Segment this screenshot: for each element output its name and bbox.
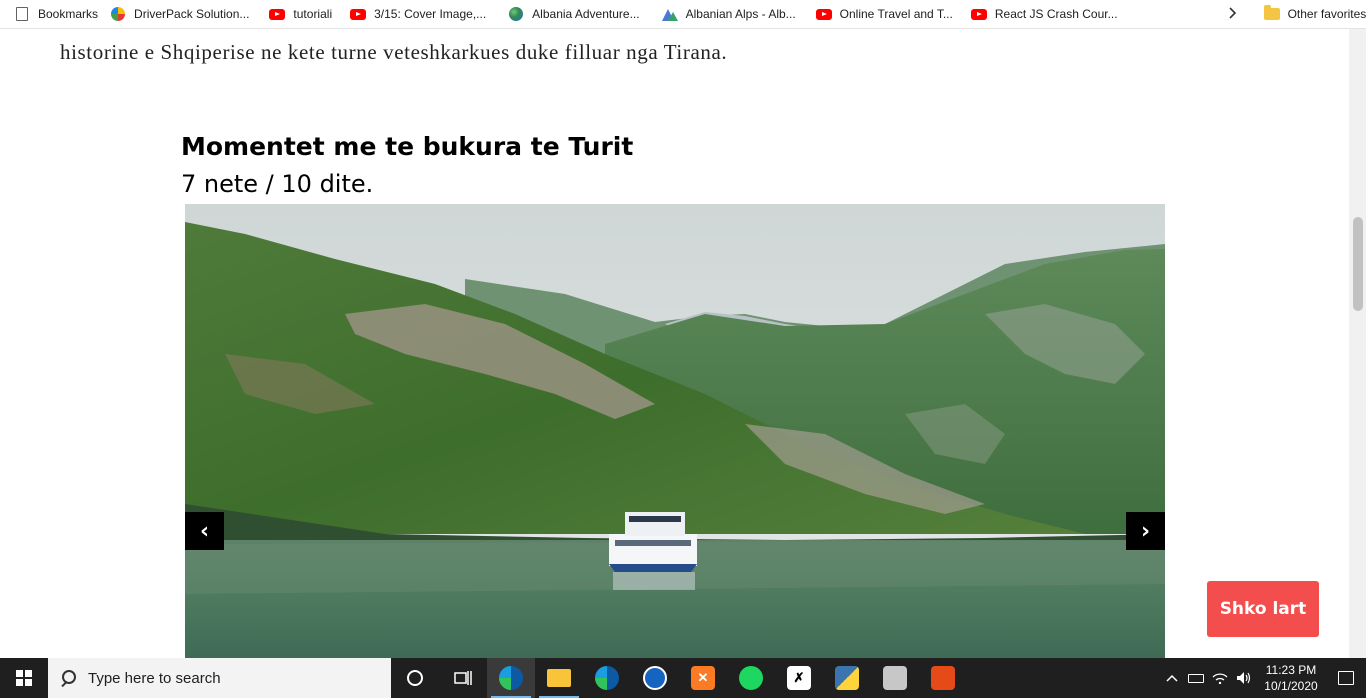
- bookmark-item-cover-image[interactable]: 3/15: Cover Image,...: [344, 3, 492, 25]
- xampp-icon: ✕: [691, 666, 715, 690]
- mountains-icon: [661, 6, 678, 22]
- windows-logo-icon: [16, 670, 32, 686]
- bookmark-label: tutoriali: [293, 7, 333, 21]
- clock-date: 10/1/2020: [1264, 679, 1318, 693]
- start-button[interactable]: [0, 658, 48, 698]
- youtube-icon: [815, 6, 832, 22]
- edge-beta-icon: [595, 666, 619, 690]
- cs-icon: ✗: [787, 666, 811, 690]
- bookmark-label: Online Travel and T...: [839, 7, 953, 21]
- chevron-right-icon: [1228, 6, 1238, 22]
- section-title: Momentet me te bukura te Turit: [181, 132, 634, 161]
- lake-landscape-image: [185, 204, 1165, 658]
- carousel-next-button[interactable]: ›: [1126, 512, 1165, 550]
- system-tray: 11:23 PM 10/1/2020: [1160, 658, 1366, 698]
- taskbar-clock[interactable]: 11:23 PM 10/1/2020: [1256, 662, 1326, 694]
- bookmarks-overflow-button[interactable]: [1222, 3, 1244, 25]
- image-carousel: ‹ ›: [185, 204, 1165, 658]
- taskbar-app-xampp[interactable]: ✕: [679, 658, 727, 698]
- action-center-button[interactable]: [1326, 658, 1366, 698]
- youtube-icon: [350, 6, 367, 22]
- task-view-button[interactable]: [439, 658, 487, 698]
- folder-icon: [547, 669, 571, 687]
- youtube-icon: [269, 6, 286, 22]
- search-icon: [60, 670, 76, 686]
- bookmark-item-online-travel[interactable]: Online Travel and T...: [810, 3, 959, 25]
- show-hidden-icons-button[interactable]: [1160, 658, 1184, 698]
- bookmark-label: React JS Crash Cour...: [994, 7, 1118, 21]
- windows-taskbar: Type here to search ✕ ✗ 11:23 PM 10/1/20…: [0, 658, 1366, 698]
- page-scrollbar[interactable]: [1349, 29, 1366, 658]
- section-subtitle: 7 nete / 10 dite.: [181, 170, 374, 198]
- taskbar-app-tool[interactable]: [919, 658, 967, 698]
- taskbar-app-spotify[interactable]: [727, 658, 775, 698]
- taskbar-app-python[interactable]: [823, 658, 871, 698]
- bookmark-label: Bookmarks: [38, 7, 99, 21]
- box-icon: [883, 666, 907, 690]
- spotify-icon: [739, 666, 763, 690]
- python-icon: [835, 666, 859, 690]
- bookmark-item-tutoriali[interactable]: tutoriali: [263, 3, 338, 25]
- circle-icon: [407, 670, 423, 686]
- bookmarks-bar: Bookmarks DriverPack Solution... tutoria…: [0, 0, 1366, 29]
- bookmark-label: 3/15: Cover Image,...: [374, 7, 487, 21]
- bookmark-item-albanian-alps[interactable]: Albanian Alps - Alb...: [656, 3, 802, 25]
- scrollbar-thumb[interactable]: [1353, 217, 1363, 311]
- page-icon: [14, 6, 30, 22]
- taskbar-app-edge-beta[interactable]: [583, 658, 631, 698]
- search-placeholder: Type here to search: [88, 669, 221, 687]
- taskbar-app-file-explorer[interactable]: [535, 658, 583, 698]
- bookmark-item-bookmarks[interactable]: Bookmarks: [8, 3, 104, 25]
- bookmark-label: Albanian Alps - Alb...: [685, 7, 796, 21]
- task-view-icon: [454, 671, 472, 685]
- taskbar-app-edge[interactable]: [487, 658, 535, 698]
- battery-icon[interactable]: [1184, 658, 1208, 698]
- cortana-button[interactable]: [391, 658, 439, 698]
- youtube-icon: [970, 6, 987, 22]
- app-icon: [643, 666, 667, 690]
- bookmark-label: DriverPack Solution...: [134, 7, 250, 21]
- globe-icon: [508, 6, 524, 22]
- other-favorites-label: Other favorites: [1287, 7, 1366, 21]
- wifi-icon[interactable]: [1208, 658, 1232, 698]
- folder-icon: [1263, 5, 1280, 22]
- bookmark-item-driverpack[interactable]: DriverPack Solution...: [104, 3, 255, 25]
- taskbar-app-counter-strike[interactable]: ✗: [775, 658, 823, 698]
- scroll-to-top-button[interactable]: Shko lart: [1207, 581, 1319, 637]
- taskbar-app-blue[interactable]: [631, 658, 679, 698]
- other-favorites-folder[interactable]: Other favorites: [1258, 3, 1366, 25]
- bookmark-label: Albania Adventure...: [532, 7, 640, 21]
- chevron-up-icon: [1166, 674, 1178, 682]
- driverpack-icon: [110, 6, 126, 22]
- bookmark-item-react-crash-course[interactable]: React JS Crash Cour...: [965, 3, 1124, 25]
- bookmark-item-albania-adventure[interactable]: Albania Adventure...: [502, 3, 645, 25]
- intro-paragraph: historine e Shqiperise ne kete turne vet…: [60, 40, 728, 64]
- carousel-prev-button[interactable]: ‹: [185, 512, 224, 550]
- clock-time: 11:23 PM: [1265, 663, 1317, 677]
- tool-icon: [931, 666, 955, 690]
- volume-icon[interactable]: [1232, 658, 1256, 698]
- edge-icon: [499, 666, 523, 690]
- taskbar-app-box[interactable]: [871, 658, 919, 698]
- notification-icon: [1338, 671, 1354, 685]
- taskbar-search-box[interactable]: Type here to search: [48, 658, 391, 698]
